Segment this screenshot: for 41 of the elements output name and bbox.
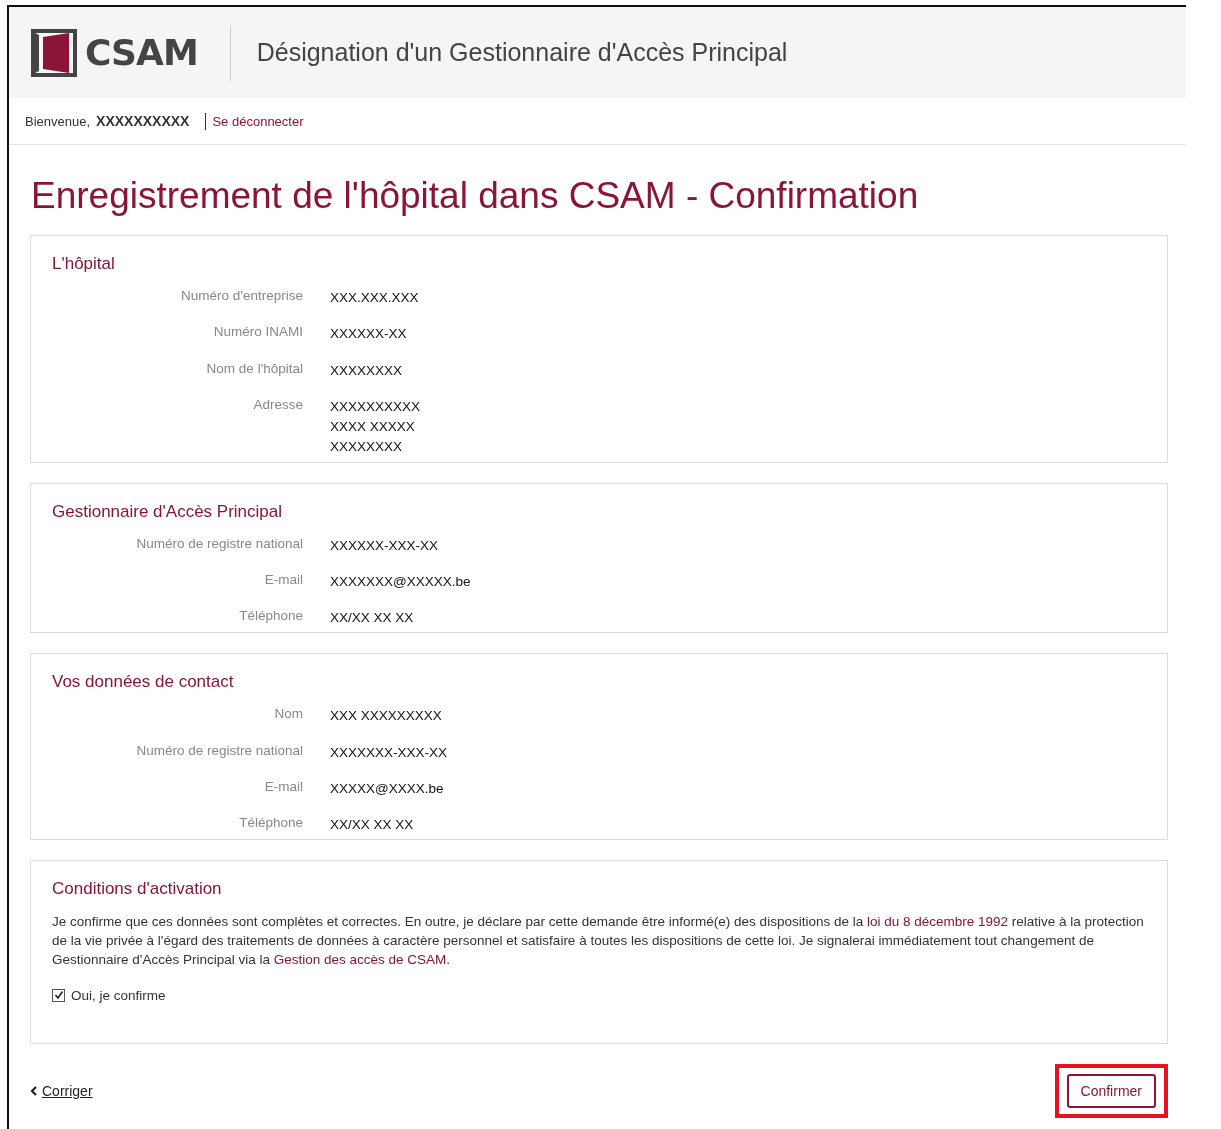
- checkbox-label: Oui, je confirme: [71, 987, 166, 1003]
- header-title: Désignation d'un Gestionnaire d'Accès Principal: [256, 38, 788, 67]
- section-title: L'hôpital: [52, 254, 116, 274]
- field-value: XXXXXXX-XXX-XX: [330, 743, 449, 762]
- field-value: XXXXXX-XX: [330, 325, 408, 344]
- welcome-text: Bienvenue,: [25, 113, 91, 129]
- field-label: Numéro INAMI: [212, 324, 303, 342]
- field-value: XXXXXXXXXX XXXX XXXXX XXXXXXXX: [330, 397, 422, 457]
- field-label: E-mail: [263, 571, 303, 589]
- field-label: Numéro de registre national: [135, 742, 303, 760]
- logo-text: CSAM: [85, 32, 198, 73]
- chevron-left-icon: [30, 1085, 38, 1096]
- back-link[interactable]: Corriger: [30, 1082, 93, 1099]
- section-title: Gestionnaire d'Accès Principal: [52, 501, 284, 522]
- door-logo-icon: [29, 26, 79, 79]
- field-value: XXX XXXXXXXXX: [330, 707, 443, 726]
- checkbox[interactable]: [52, 988, 65, 1002]
- field-label: Adresse: [252, 396, 303, 414]
- field-value: XX/XX XX XX: [330, 609, 415, 627]
- text-link[interactable]: loi du 8 décembre 1992: [866, 914, 1009, 930]
- section-title: Vos données de contact: [52, 672, 235, 693]
- user-name: XXXXXXXXXX: [96, 113, 190, 129]
- field-value: XXXXXXX@XXXXX.be: [330, 572, 472, 591]
- field-label: Numéro de registre national: [135, 535, 303, 553]
- field-label: Nom de l'hôpital: [205, 360, 303, 378]
- field-label: Téléphone: [238, 608, 303, 625]
- field-label: Numéro d'entreprise: [180, 288, 303, 305]
- field-label: Nom: [273, 706, 303, 724]
- field-label: E-mail: [263, 778, 303, 796]
- field-value: XXX.XXX.XXX: [330, 289, 420, 307]
- field-value: XXXXX@XXXX.be: [330, 779, 445, 798]
- section-title: Conditions d'activation: [52, 879, 223, 900]
- field-label: Téléphone: [238, 815, 303, 832]
- text-link[interactable]: Gestion des accès de CSAM: [273, 952, 447, 968]
- conditions-paragraph: Je confirme que ces données sont complètes et correctes. En outre, je déclare par cette demande être informé(e) des dispositions de la loi du 8 décembre 1992 relative à la protection de la vie privée à l'égard des traitements de données à caractère personnel et satisfaire à toutes les dispositions de cette loi. Je signalerai immédiatement tout changement de Gestionnaire d'Accès Principal via la Gestion des accès de CSAM.: [52, 913, 1145, 970]
- field-value: XXXXXXXX: [330, 361, 404, 380]
- confirm-button[interactable]: Confirmer: [1066, 1073, 1156, 1108]
- field-value: XXXXXX-XXX-XX: [330, 536, 440, 555]
- logout-link[interactable]: Se déconnecter: [212, 113, 304, 129]
- field-value: XX/XX XX XX: [330, 816, 415, 834]
- page-title: Enregistrement de l'hôpital dans CSAM - Confirmation: [31, 175, 920, 217]
